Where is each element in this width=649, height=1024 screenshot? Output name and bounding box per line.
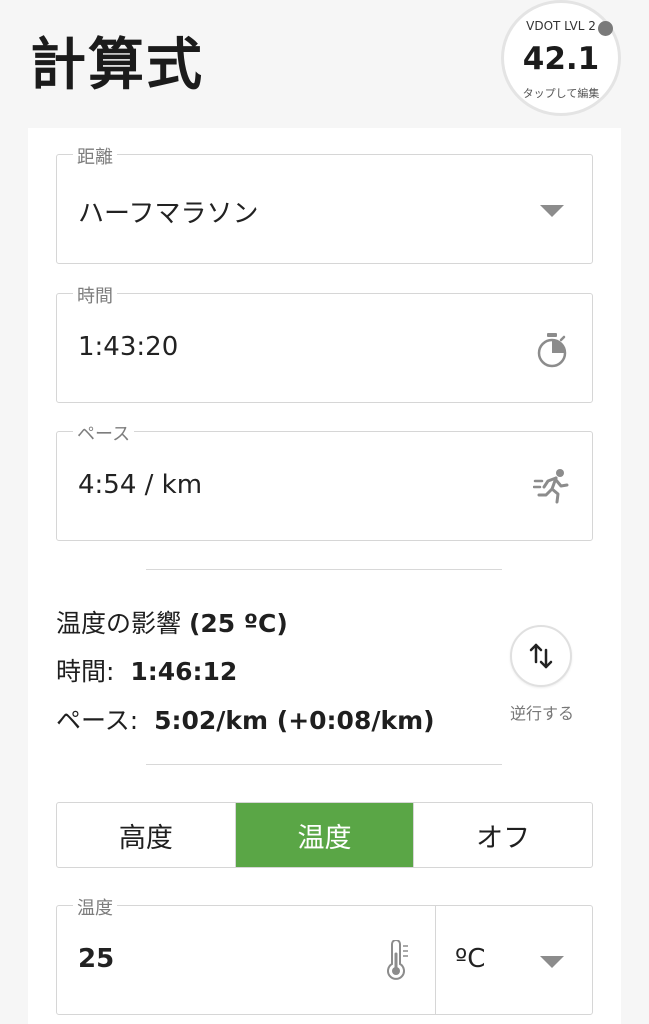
stopwatch-icon[interactable]: [535, 332, 569, 368]
segment-temperature[interactable]: 温度: [235, 803, 415, 867]
distance-value: ハーフマラソン: [78, 199, 259, 229]
swap-vertical-icon: [529, 643, 553, 669]
effect-pace-row: ペース: 5:02/km (+0:08/km): [56, 701, 435, 737]
temperature-unit-value[interactable]: ºC: [455, 944, 485, 974]
pace-input[interactable]: ペース 4:54 / km: [56, 420, 593, 541]
distance-select[interactable]: 距離 ハーフマラソン: [56, 143, 593, 264]
effect-heading: 温度の影響 (25 ºC): [56, 604, 288, 640]
vdot-value: 42.1: [522, 41, 600, 77]
runner-icon[interactable]: [533, 468, 571, 504]
effect-time-value: 1:46:12: [130, 657, 238, 686]
temperature-value[interactable]: 25: [78, 944, 114, 974]
thermometer-icon: [387, 940, 408, 980]
adjustment-segmented-control: 高度 温度 オフ: [56, 802, 593, 868]
temperature-field: 温度 25 ºC: [56, 894, 593, 1015]
vdot-edit-hint: タップして編集: [522, 87, 600, 100]
status-dot-icon: [598, 21, 613, 36]
segment-altitude[interactable]: 高度: [57, 803, 236, 867]
calculator-card: 距離 ハーフマラソン 時間 1:43:20 ペース 4:54 / km 温度の影: [28, 128, 621, 1024]
reverse-label: 逆行する: [509, 704, 574, 723]
segment-off[interactable]: オフ: [414, 803, 592, 867]
distance-label: 距離: [73, 143, 117, 169]
pace-label: ペース: [73, 420, 135, 446]
time-input[interactable]: 時間 1:43:20: [56, 282, 593, 403]
effect-time-label: 時間:: [56, 657, 115, 686]
chevron-down-icon[interactable]: [540, 956, 564, 968]
effect-time-row: 時間: 1:46:12: [56, 652, 237, 688]
temperature-label: 温度: [73, 894, 117, 920]
time-value: 1:43:20: [78, 332, 179, 362]
effect-pace-label: ペース:: [56, 706, 139, 735]
divider: [146, 569, 502, 570]
reverse-button[interactable]: [510, 625, 572, 687]
time-label: 時間: [73, 282, 117, 308]
pace-value: 4:54 / km: [78, 470, 203, 500]
field-divider: [435, 906, 436, 1014]
effect-heading-text: 温度の影響: [56, 609, 189, 638]
chevron-down-icon: [540, 205, 564, 217]
effect-heading-temp: (25 ºC): [188, 609, 288, 638]
divider: [146, 764, 502, 765]
page-title: 計算式: [30, 33, 204, 98]
effect-pace-value: 5:02/km (+0:08/km): [154, 706, 435, 735]
vdot-badge[interactable]: VDOT LVL 2 42.1 タップして編集: [501, 0, 621, 116]
